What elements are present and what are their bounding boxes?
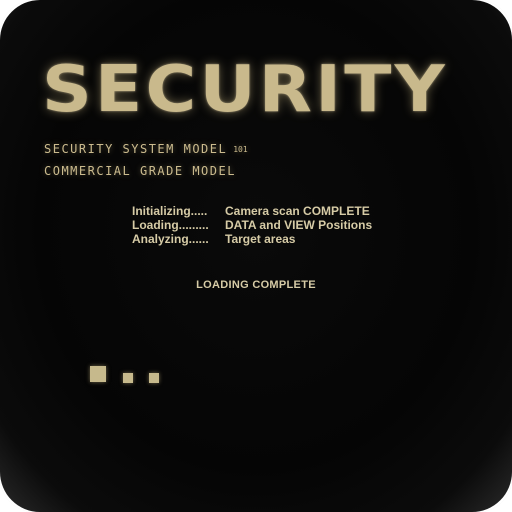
- status-key: Loading.........: [132, 218, 209, 232]
- status-row-initializing: Initializing..... Camera scan COMPLETE: [132, 204, 372, 218]
- page-title: SECURITY: [42, 53, 448, 127]
- model-number: 101: [233, 145, 248, 154]
- status-value: DATA and VIEW Positions: [225, 218, 373, 232]
- security-screen: SECURITY Security System Model 101 Commer…: [0, 0, 512, 512]
- screen-content: SECURITY Security System Model 101 Commer…: [0, 0, 512, 512]
- status-log: Initializing..... Camera scan COMPLETE L…: [132, 204, 372, 246]
- loading-complete-message: LOADING COMPLETE: [196, 279, 316, 291]
- loading-dot-3: [149, 373, 159, 383]
- status-row-loading: Loading......... DATA and VIEW Positions: [132, 218, 372, 232]
- status-value: Camera scan COMPLETE: [225, 204, 370, 218]
- loading-dot-2: [123, 373, 133, 383]
- status-value: Target areas: [225, 232, 296, 246]
- status-key: Analyzing......: [132, 232, 209, 246]
- status-key: Initializing.....: [132, 204, 208, 218]
- status-row-analyzing: Analyzing...... Target areas: [132, 232, 372, 246]
- model-subtitle-text: Security System Model: [44, 142, 228, 156]
- grade-subtitle: Commercial Grade Model: [44, 164, 236, 178]
- model-subtitle: Security System Model 101: [44, 142, 248, 156]
- loading-dot-1: [90, 366, 106, 382]
